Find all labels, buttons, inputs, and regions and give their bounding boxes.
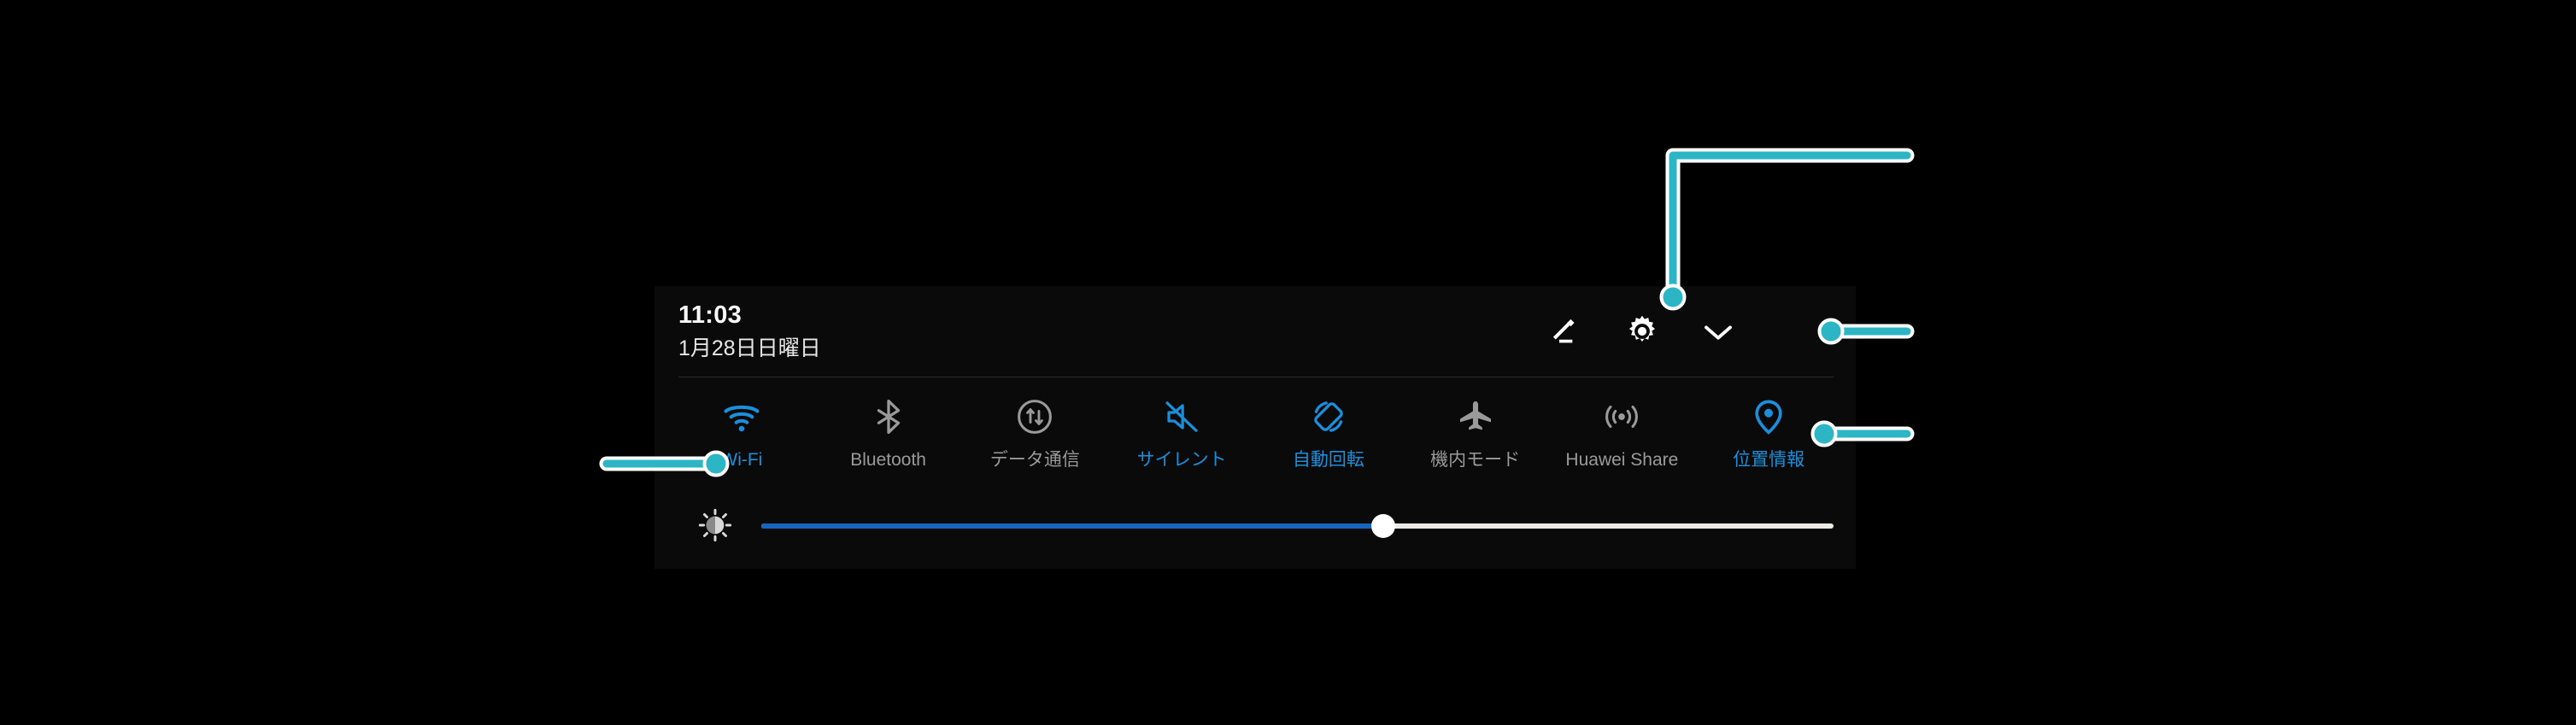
edit-pencil-icon[interactable] [1548,313,1584,349]
location-pin-icon [1749,397,1788,436]
tile-bluetooth[interactable]: Bluetooth [815,397,962,469]
tile-auto-rotate[interactable]: 自動回転 [1255,397,1402,469]
tile-label: データ通信 [989,450,1080,470]
clock-date: 1月28日日曜日 [678,336,821,360]
tile-wifi[interactable]: Wi-Fi [668,397,815,469]
tile-label: 機内モード [1430,450,1521,470]
brightness-slider[interactable] [761,508,1834,542]
tile-label: Huawei Share [1565,450,1679,470]
tile-location[interactable]: 位置情報 [1695,397,1842,469]
tile-huawei-share[interactable]: Huawei Share [1549,397,1696,469]
auto-rotate-icon [1309,397,1348,436]
quick-settings-header: 11:03 1月28日日曜日 [654,286,1856,377]
mute-icon [1162,397,1201,436]
mobile-data-icon [1015,397,1054,436]
wifi-icon [722,397,761,436]
tile-mobile-data[interactable]: データ通信 [962,397,1109,469]
auto-brightness-icon[interactable] [678,508,732,542]
tile-silent[interactable]: サイレント [1108,397,1255,469]
header-action-group [1548,313,1736,349]
huawei-share-icon [1602,397,1641,436]
tile-label: Bluetooth [850,450,926,470]
tile-airplane-mode[interactable]: 機内モード [1402,397,1549,469]
slider-thumb[interactable] [1370,514,1395,538]
chevron-down-icon[interactable] [1700,313,1736,349]
quick-settings-panel: 11:03 1月28日日曜日 Wi-Fi Bluetooth データ通信 サイレ… [654,286,1856,569]
brightness-row [678,501,1834,549]
tile-label: サイレント [1136,450,1227,470]
gear-icon[interactable] [1624,313,1660,349]
quick-settings-tile-row: Wi-Fi Bluetooth データ通信 サイレント 自動回転 機内モード H… [668,397,1842,469]
tile-label: Wi-Fi [720,450,763,470]
airplane-icon [1456,397,1495,436]
tile-label: 位置情報 [1733,450,1805,470]
clock-time: 11:03 [678,301,742,329]
tile-label: 自動回転 [1292,450,1364,470]
bluetooth-icon [869,397,908,436]
slider-fill [761,523,1383,529]
